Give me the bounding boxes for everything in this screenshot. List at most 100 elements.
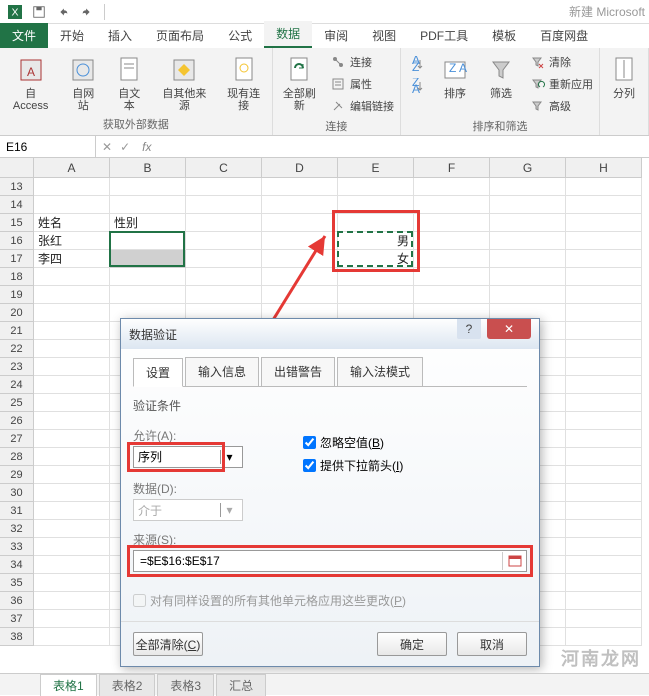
cell-H26[interactable] — [566, 412, 642, 430]
cell-A33[interactable] — [34, 538, 110, 556]
cell-A32[interactable] — [34, 520, 110, 538]
cell-D14[interactable] — [262, 196, 338, 214]
cell-B19[interactable] — [110, 286, 186, 304]
cell-F14[interactable] — [414, 196, 490, 214]
cancel-formula-icon[interactable]: ✕ — [102, 140, 112, 154]
col-header[interactable]: D — [262, 158, 338, 178]
col-header[interactable]: F — [414, 158, 490, 178]
cell-D17[interactable] — [262, 250, 338, 268]
row-header[interactable]: 34 — [0, 556, 34, 574]
tab-pdf[interactable]: PDF工具 — [408, 23, 480, 48]
dialog-close-button[interactable]: ✕ — [487, 319, 531, 339]
row-header[interactable]: 38 — [0, 628, 34, 646]
tab-view[interactable]: 视图 — [360, 23, 408, 48]
cell-A28[interactable] — [34, 448, 110, 466]
col-header[interactable]: G — [490, 158, 566, 178]
reapply-button[interactable]: 重新应用 — [525, 74, 597, 94]
row-header[interactable]: 14 — [0, 196, 34, 214]
cell-H36[interactable] — [566, 592, 642, 610]
cell-D15[interactable] — [262, 214, 338, 232]
cell-F18[interactable] — [414, 268, 490, 286]
cell-B15[interactable]: 性别 — [110, 214, 186, 232]
cell-H37[interactable] — [566, 610, 642, 628]
refresh-all-button[interactable]: 全部刷新 — [275, 52, 324, 114]
cell-B17[interactable] — [110, 250, 186, 268]
cell-A14[interactable] — [34, 196, 110, 214]
cell-H17[interactable] — [566, 250, 642, 268]
cell-A19[interactable] — [34, 286, 110, 304]
tab-template[interactable]: 模板 — [480, 23, 528, 48]
cell-G17[interactable] — [490, 250, 566, 268]
row-header[interactable]: 13 — [0, 178, 34, 196]
accept-formula-icon[interactable]: ✓ — [120, 140, 130, 154]
cell-H18[interactable] — [566, 268, 642, 286]
cell-C15[interactable] — [186, 214, 262, 232]
cell-A37[interactable] — [34, 610, 110, 628]
filter-button[interactable]: 筛选 — [479, 52, 523, 102]
cell-F16[interactable] — [414, 232, 490, 250]
cell-D13[interactable] — [262, 178, 338, 196]
dropdown-checkbox[interactable]: 提供下拉箭头(I) — [303, 457, 403, 474]
cell-H15[interactable] — [566, 214, 642, 232]
sheet-tab-1[interactable]: 表格1 — [40, 674, 97, 696]
cell-A15[interactable]: 姓名 — [34, 214, 110, 232]
undo-icon[interactable] — [52, 2, 74, 22]
cell-B14[interactable] — [110, 196, 186, 214]
cell-C17[interactable] — [186, 250, 262, 268]
row-header[interactable]: 28 — [0, 448, 34, 466]
cell-E18[interactable] — [338, 268, 414, 286]
cell-H35[interactable] — [566, 574, 642, 592]
cell-H30[interactable] — [566, 484, 642, 502]
cell-F19[interactable] — [414, 286, 490, 304]
cell-A13[interactable] — [34, 178, 110, 196]
cell-A24[interactable] — [34, 376, 110, 394]
dialog-tab-ime[interactable]: 输入法模式 — [337, 357, 423, 386]
row-header[interactable]: 22 — [0, 340, 34, 358]
cell-A34[interactable] — [34, 556, 110, 574]
row-header[interactable]: 33 — [0, 538, 34, 556]
cell-A22[interactable] — [34, 340, 110, 358]
row-header[interactable]: 37 — [0, 610, 34, 628]
fx-icon[interactable]: fx — [136, 140, 157, 154]
tab-home[interactable]: 开始 — [48, 23, 96, 48]
cell-C13[interactable] — [186, 178, 262, 196]
row-header[interactable]: 24 — [0, 376, 34, 394]
cell-H31[interactable] — [566, 502, 642, 520]
clear-filter-button[interactable]: 清除 — [525, 52, 597, 72]
cell-C19[interactable] — [186, 286, 262, 304]
cell-A31[interactable] — [34, 502, 110, 520]
edit-links-button[interactable]: 编辑链接 — [326, 96, 398, 116]
cell-C18[interactable] — [186, 268, 262, 286]
apply-all-checkbox[interactable]: 对有同样设置的所有其他单元格应用这些更改(P) — [133, 592, 527, 609]
col-header[interactable]: C — [186, 158, 262, 178]
cell-H13[interactable] — [566, 178, 642, 196]
range-picker-icon[interactable] — [502, 552, 526, 570]
row-header[interactable]: 15 — [0, 214, 34, 232]
tab-layout[interactable]: 页面布局 — [144, 23, 216, 48]
cell-A30[interactable] — [34, 484, 110, 502]
row-header[interactable]: 20 — [0, 304, 34, 322]
advanced-button[interactable]: 高级 — [525, 96, 597, 116]
cell-H21[interactable] — [566, 322, 642, 340]
row-header[interactable]: 35 — [0, 574, 34, 592]
cell-H32[interactable] — [566, 520, 642, 538]
cell-G15[interactable] — [490, 214, 566, 232]
existing-connections-button[interactable]: 现有连接 — [218, 52, 270, 114]
cell-H19[interactable] — [566, 286, 642, 304]
source-input[interactable] — [134, 554, 502, 568]
sheet-tab-3[interactable]: 表格3 — [157, 674, 214, 696]
ignore-blank-checkbox[interactable]: 忽略空值(B) — [303, 434, 403, 451]
cell-F13[interactable] — [414, 178, 490, 196]
sheet-tab-2[interactable]: 表格2 — [99, 674, 156, 696]
from-web-button[interactable]: 自网站 — [61, 52, 105, 114]
cell-A17[interactable]: 李四 — [34, 250, 110, 268]
cell-H33[interactable] — [566, 538, 642, 556]
cell-H20[interactable] — [566, 304, 642, 322]
cell-A21[interactable] — [34, 322, 110, 340]
row-header[interactable]: 25 — [0, 394, 34, 412]
cell-A20[interactable] — [34, 304, 110, 322]
cell-E17[interactable]: 女 — [338, 250, 414, 268]
name-box[interactable]: E16 — [0, 136, 96, 157]
row-header[interactable]: 32 — [0, 520, 34, 538]
ok-button[interactable]: 确定 — [377, 632, 447, 656]
